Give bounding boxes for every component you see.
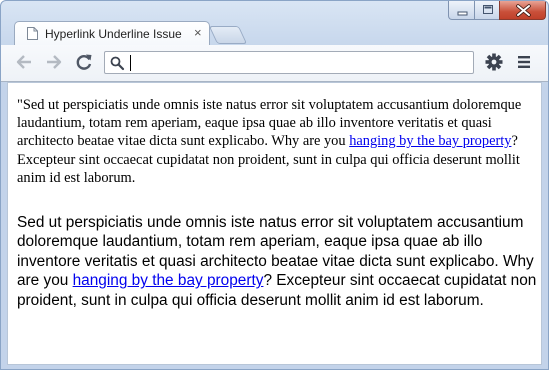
menu-button[interactable] <box>513 51 535 73</box>
tab-hyperlink-underline-issue[interactable]: Hyperlink Underline Issue × <box>14 21 210 45</box>
reload-icon <box>76 54 92 70</box>
forward-button[interactable] <box>43 51 65 73</box>
search-icon <box>109 55 125 71</box>
browser-toolbar <box>1 45 548 82</box>
text-caret <box>130 55 131 71</box>
serif-hyperlink[interactable]: hanging by the bay property <box>349 133 511 149</box>
browser-window: Hyperlink Underline Issue × "Sed ut pers… <box>0 0 549 370</box>
close-icon <box>516 4 531 17</box>
back-arrow-icon <box>16 55 31 69</box>
page-viewport: "Sed ut perspiciatis unde omnis iste nat… <box>7 82 542 365</box>
back-button[interactable] <box>13 51 35 73</box>
minimize-icon <box>457 11 468 16</box>
minimize-button[interactable] <box>448 1 475 20</box>
maximize-icon <box>483 5 493 14</box>
close-button[interactable] <box>499 1 546 20</box>
tab-title: Hyperlink Underline Issue <box>45 27 182 41</box>
sans-hyperlink[interactable]: hanging by the bay property <box>73 272 264 289</box>
maximize-button[interactable] <box>474 1 500 20</box>
gear-icon <box>485 53 503 71</box>
new-tab-button[interactable] <box>208 26 248 44</box>
tab-strip: Hyperlink Underline Issue × <box>1 1 548 45</box>
hamburger-menu-icon <box>518 56 530 68</box>
serif-paragraph: "Sed ut perspiciatis unde omnis iste nat… <box>17 96 533 187</box>
sans-paragraph: Sed ut perspiciatis unde omnis iste natu… <box>17 213 539 310</box>
page-icon <box>27 27 38 40</box>
address-input[interactable] <box>129 53 469 72</box>
forward-arrow-icon <box>47 55 62 69</box>
omnibox[interactable] <box>104 51 474 74</box>
tab-close-icon[interactable]: × <box>194 25 202 41</box>
settings-button[interactable] <box>483 51 505 73</box>
reload-button[interactable] <box>73 51 95 73</box>
